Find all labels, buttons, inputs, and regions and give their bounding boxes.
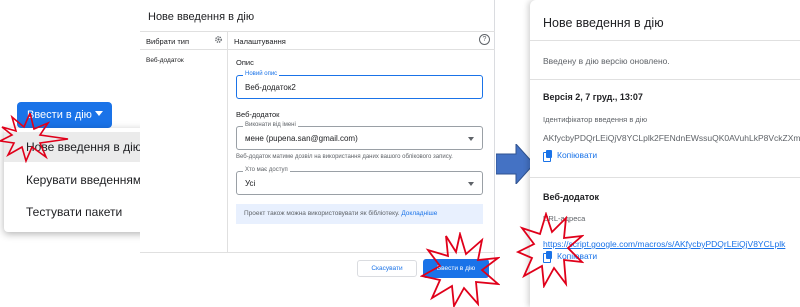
learn-more-link[interactable]: Докладніше	[401, 210, 437, 217]
dropdown-arrow-icon	[468, 137, 474, 141]
settings-label: Налаштування	[234, 37, 286, 46]
cancel-button[interactable]: Скасувати	[357, 260, 417, 277]
copy-deployment-id-button[interactable]: Копіювати	[543, 150, 598, 162]
webapp-heading: Веб-додаток	[543, 192, 600, 202]
library-info-box: Проект також можна використовувати як бі…	[236, 204, 483, 224]
highlight-star	[420, 232, 500, 307]
description-input[interactable]: Новий опис Веб-додаток2	[236, 71, 483, 99]
menu-item-label: Тестувати пакети	[26, 205, 123, 219]
version-line: Версія 2, 7 груд., 13:07	[543, 92, 643, 102]
execute-as-select[interactable]: Виконати від імені мене (pupena.san@gmai…	[236, 122, 483, 150]
deployment-id-value: AKfycbyPDQrLEiQjV8YCLplk2FENdnEWssuQK0AV…	[543, 133, 800, 143]
description-value: Веб-додаток2	[245, 83, 296, 92]
execute-as-value: мене (pupena.san@gmail.com)	[245, 134, 358, 143]
new-deployment-dialog: Нове введення в дію Вибрати тип Налаштув…	[140, 0, 500, 307]
dialog-title: Нове введення в дію	[543, 16, 664, 30]
access-label: Хто має доступ	[243, 167, 290, 173]
divider	[530, 79, 800, 80]
arrow-right-icon	[496, 144, 534, 184]
highlight-star	[0, 113, 69, 163]
description-section-title: Опис	[236, 58, 254, 67]
webapp-permission-note: Веб-додаток матиме дозвіл на використанн…	[236, 154, 453, 160]
copy-icon	[543, 150, 552, 162]
divider	[227, 31, 228, 252]
gear-icon[interactable]	[214, 35, 223, 44]
divider	[530, 40, 800, 41]
select-type-label: Вибрати тип	[146, 37, 190, 46]
description-field-label: Новий опис	[243, 71, 280, 77]
webapp-section-title: Веб-додаток	[236, 110, 280, 119]
updated-message: Введену в дію версію оновлено.	[543, 56, 670, 66]
execute-as-label: Виконати від імені	[243, 122, 298, 128]
highlight-star	[516, 212, 584, 288]
divider	[140, 31, 495, 32]
deployment-id-label: Ідентифікатор введення в дію	[543, 115, 648, 124]
access-value: Усі	[245, 179, 256, 188]
dropdown-arrow-icon	[468, 182, 474, 186]
copy-label: Копіювати	[557, 150, 598, 160]
dialog-title: Нове введення в дію	[148, 11, 255, 23]
divider	[140, 49, 495, 50]
type-item-webapp[interactable]: Веб-додаток	[146, 57, 184, 64]
help-icon[interactable]: ?	[479, 34, 490, 45]
access-select[interactable]: Хто має доступ Усі	[236, 167, 483, 195]
divider	[530, 177, 800, 178]
chevron-down-icon	[95, 111, 103, 116]
info-text: Проект також можна використовувати як бі…	[244, 210, 400, 217]
